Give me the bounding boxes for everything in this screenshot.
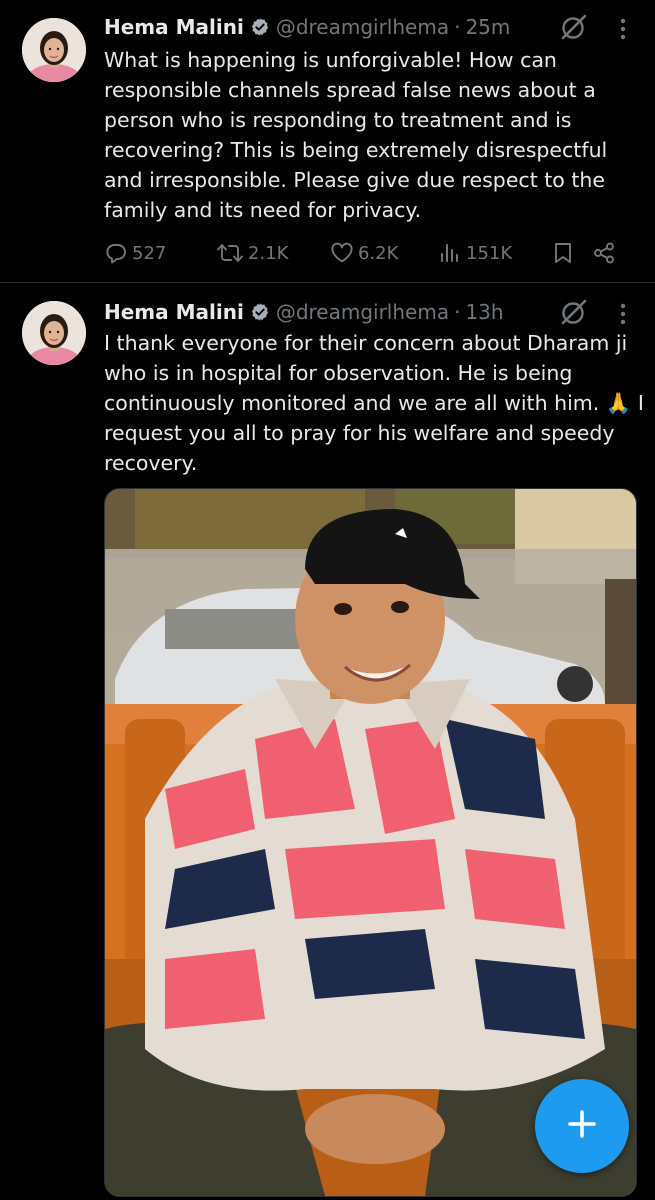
tweet-text: What is happening is unforgivable! How c… bbox=[104, 45, 624, 225]
share-icon bbox=[592, 241, 616, 265]
repost-count: 2.1K bbox=[248, 242, 289, 264]
compose-button[interactable] bbox=[535, 1079, 629, 1173]
timeline: Hema Malini @dreamgirlhema · 25m What is… bbox=[0, 0, 655, 1200]
author-name[interactable]: Hema Malini bbox=[104, 15, 244, 39]
like-button[interactable]: 6.2K bbox=[330, 241, 438, 265]
reply-button[interactable]: 527 bbox=[104, 241, 216, 265]
timestamp[interactable]: 13h bbox=[465, 300, 503, 324]
views-icon bbox=[438, 241, 462, 265]
author-handle[interactable]: @dreamgirlhema bbox=[276, 300, 449, 324]
grok-icon[interactable] bbox=[559, 12, 589, 42]
tweet-text: I thank everyone for their concern about… bbox=[104, 328, 644, 478]
more-vertical-icon[interactable] bbox=[615, 299, 631, 329]
tweet-header: Hema Malini @dreamgirlhema · 13h bbox=[104, 297, 575, 327]
repost-icon bbox=[216, 241, 244, 265]
tweet-text-line: continuously monitored and we are all wi… bbox=[104, 391, 644, 415]
repost-button[interactable]: 2.1K bbox=[216, 241, 330, 265]
like-count: 6.2K bbox=[358, 242, 399, 264]
tweet-text-line: I thank everyone for their concern about… bbox=[104, 331, 628, 355]
tweet-header: Hema Malini @dreamgirlhema · 25m bbox=[104, 12, 575, 42]
share-button[interactable] bbox=[592, 241, 620, 265]
tweet-text-line: responsible channels spread false news a… bbox=[104, 78, 596, 102]
tweet-text-line: family and its need for privacy. bbox=[104, 198, 422, 222]
tweet[interactable]: Hema Malini @dreamgirlhema · 13h I thank… bbox=[0, 283, 655, 1200]
verified-badge-icon bbox=[250, 17, 270, 37]
reply-count: 527 bbox=[132, 242, 167, 264]
views-count: 151K bbox=[466, 242, 513, 264]
avatar[interactable] bbox=[22, 18, 86, 82]
views-button[interactable]: 151K bbox=[438, 241, 552, 265]
separator: · bbox=[454, 300, 461, 324]
tweet-text-line: What is happening is unforgivable! How c… bbox=[104, 48, 557, 72]
tweet-text-line: request you all to pray for his welfare … bbox=[104, 421, 615, 445]
tweet[interactable]: Hema Malini @dreamgirlhema · 25m What is… bbox=[0, 0, 655, 283]
plus-icon bbox=[565, 1107, 599, 1145]
separator: · bbox=[454, 15, 461, 39]
timestamp[interactable]: 25m bbox=[465, 15, 510, 39]
avatar[interactable] bbox=[22, 301, 86, 365]
tweet-text-line: who is in hospital for observation. He i… bbox=[104, 361, 573, 385]
more-vertical-icon[interactable] bbox=[615, 14, 631, 44]
verified-badge-icon bbox=[250, 302, 270, 322]
tweet-text-line: recovering? This is being extremely disr… bbox=[104, 138, 608, 162]
tweet-text-line: person who is responding to treatment an… bbox=[104, 108, 572, 132]
grok-icon[interactable] bbox=[559, 297, 589, 327]
author-name[interactable]: Hema Malini bbox=[104, 300, 244, 324]
bookmark-button[interactable] bbox=[552, 241, 592, 265]
tweet-text-line: recovery. bbox=[104, 451, 198, 475]
like-icon bbox=[330, 241, 354, 265]
reply-icon bbox=[104, 241, 128, 265]
author-handle[interactable]: @dreamgirlhema bbox=[276, 15, 449, 39]
bookmark-icon bbox=[552, 241, 574, 265]
tweet-text-line: and irresponsible. Please give due respe… bbox=[104, 168, 605, 192]
tweet-actions: 527 2.1K 6.2K 151K bbox=[104, 236, 634, 270]
